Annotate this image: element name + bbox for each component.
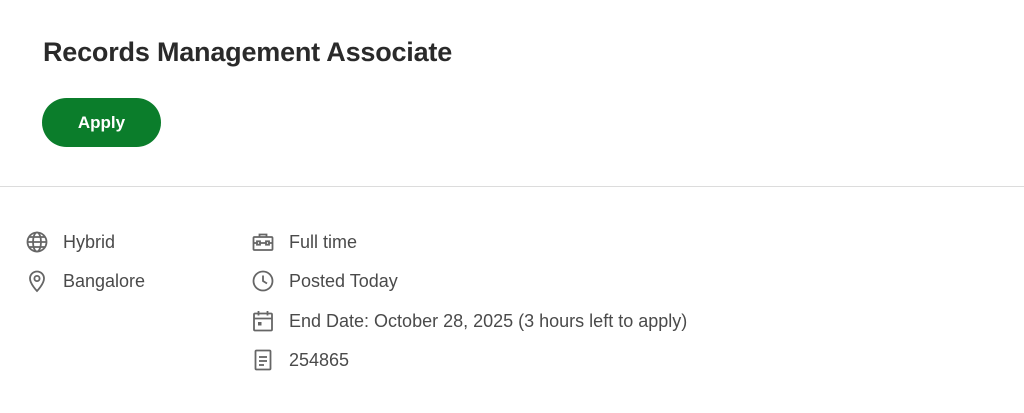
document-icon	[251, 348, 275, 372]
posted-text: Posted Today	[289, 270, 398, 291]
posted-detail: Posted Today	[251, 269, 398, 293]
employment-type-text: Full time	[289, 231, 358, 252]
calendar-icon	[251, 309, 275, 333]
briefcase-icon	[251, 230, 275, 254]
end-date-detail: End Date: October 28, 2025 (3 hours left…	[251, 309, 687, 333]
job-header: Records Management Associate Apply	[0, 0, 1024, 187]
end-date-text: End Date: October 28, 2025 (3 hours left…	[289, 310, 688, 331]
employment-type-detail: Full time	[251, 230, 357, 254]
location-detail: Bangalore	[25, 269, 145, 293]
job-id-text: 254865	[289, 349, 350, 370]
job-id-detail: 254865	[251, 348, 349, 372]
globe-icon	[25, 230, 49, 254]
location-text: Bangalore	[63, 270, 146, 291]
apply-button[interactable]: Apply	[42, 98, 161, 147]
work-type-detail: Hybrid	[25, 230, 115, 254]
job-title: Records Management Associate	[43, 37, 453, 67]
work-type-text: Hybrid	[63, 231, 116, 252]
location-pin-icon	[25, 269, 49, 293]
clock-icon	[251, 269, 275, 293]
